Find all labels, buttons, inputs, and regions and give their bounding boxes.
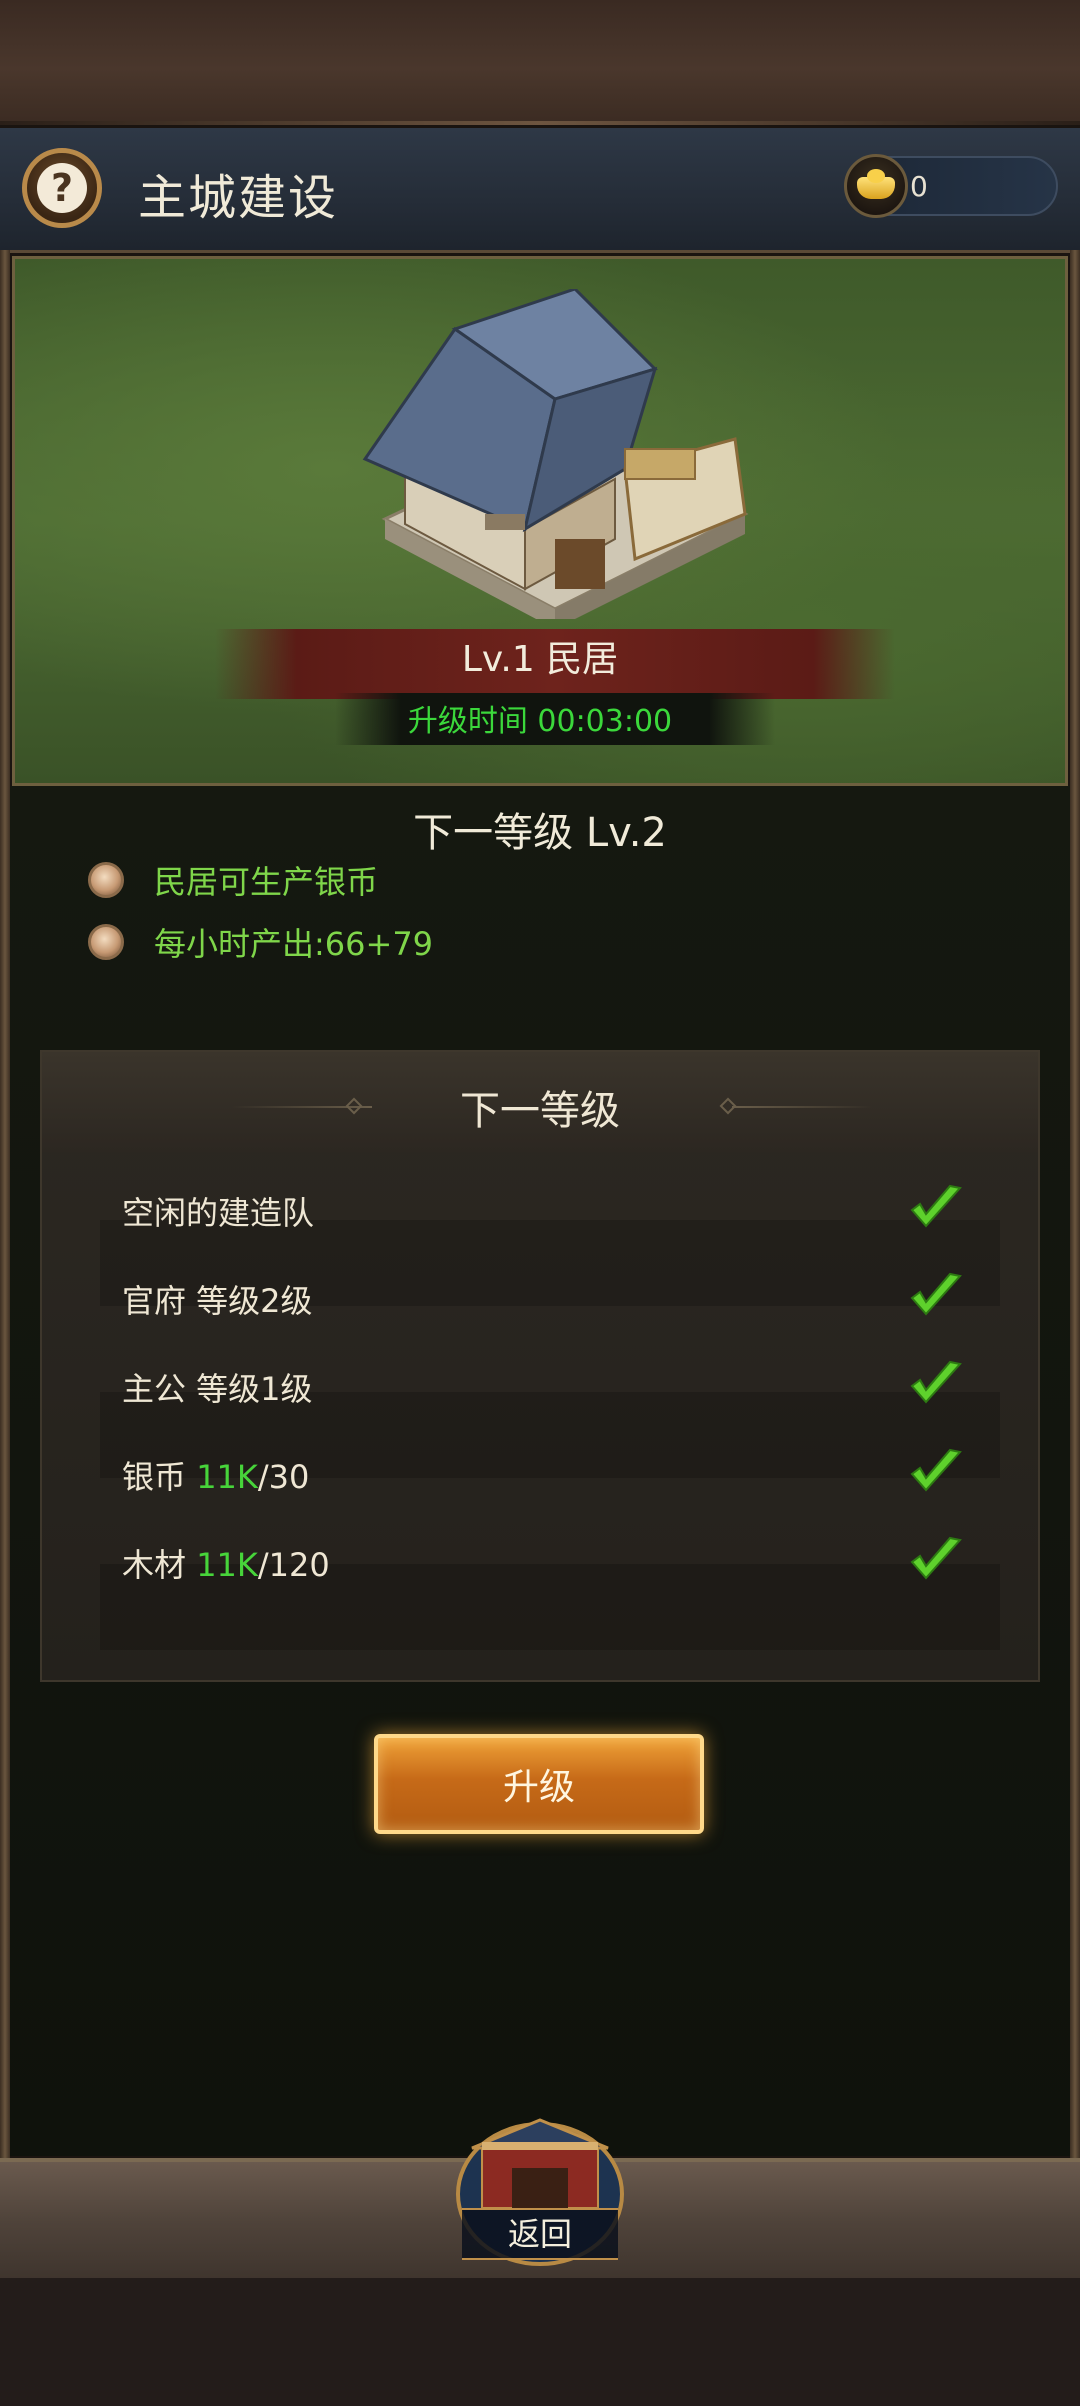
feature-item: 每小时产出:66+79 bbox=[88, 920, 433, 964]
top-decor-band bbox=[0, 0, 1080, 125]
resource-have: 11K bbox=[196, 1546, 258, 1584]
requirements-title: 下一等级 bbox=[460, 1088, 620, 1134]
requirement-label: 银币 11K/30 bbox=[122, 1452, 309, 1498]
resource-have: 11K bbox=[196, 1458, 258, 1496]
checkmark-icon bbox=[910, 1272, 962, 1316]
resource-name: 木材 bbox=[122, 1546, 197, 1584]
checkmark-icon bbox=[910, 1360, 962, 1404]
gold-value: 0 bbox=[910, 170, 928, 203]
resource-need: /120 bbox=[257, 1546, 330, 1584]
left-frame bbox=[0, 250, 10, 2160]
question-mark-icon: ? bbox=[37, 163, 87, 213]
building-level-name: Lv.1 民居 bbox=[461, 639, 619, 680]
requirement-label: 主公 等级1级 bbox=[122, 1370, 313, 1408]
checkmark-icon bbox=[910, 1448, 962, 1492]
upgrade-button[interactable]: 升级 bbox=[374, 1734, 704, 1834]
bullet-orb-icon bbox=[88, 862, 124, 898]
right-frame bbox=[1070, 250, 1080, 2160]
back-button[interactable]: 返回 bbox=[462, 2208, 618, 2260]
upgrade-time: 升级时间 00:03:00 bbox=[407, 704, 673, 739]
requirement-label: 官府 等级2级 bbox=[122, 1282, 313, 1320]
gold-ingot-icon bbox=[844, 154, 908, 218]
next-level-title: 下一等级 Lv.2 bbox=[413, 810, 667, 856]
requirement-row: 主公 等级1级 bbox=[98, 1342, 998, 1428]
requirement-label: 木材 11K/120 bbox=[122, 1540, 330, 1586]
resource-need: /30 bbox=[257, 1458, 310, 1496]
header-bar: ? 主城建设 0 bbox=[0, 128, 1080, 253]
upgrade-button-label: 升级 bbox=[502, 1767, 575, 1808]
resource-name: 银币 bbox=[122, 1458, 197, 1496]
requirement-row: 木材 11K/120 bbox=[98, 1518, 998, 1604]
requirement-label: 空闲的建造队 bbox=[122, 1194, 315, 1232]
residence-building-image bbox=[362, 289, 749, 619]
feature-item: 民居可生产银币 bbox=[88, 858, 378, 902]
bottom-strip bbox=[0, 2278, 1080, 2406]
gold-currency-display[interactable]: 0 bbox=[844, 154, 1058, 218]
checkmark-icon bbox=[910, 1536, 962, 1580]
feature-text: 民居可生产银币 bbox=[154, 863, 379, 901]
requirement-row: 官府 等级2级 bbox=[98, 1254, 998, 1340]
requirement-row: 空闲的建造队 bbox=[98, 1166, 998, 1252]
bullet-orb-icon bbox=[88, 924, 124, 960]
help-button[interactable]: ? bbox=[22, 148, 102, 228]
requirement-row: 银币 11K/30 bbox=[98, 1430, 998, 1516]
checkmark-icon bbox=[910, 1184, 962, 1228]
feature-text: 每小时产出:66+79 bbox=[154, 925, 434, 963]
page-title: 主城建设 bbox=[138, 170, 339, 226]
